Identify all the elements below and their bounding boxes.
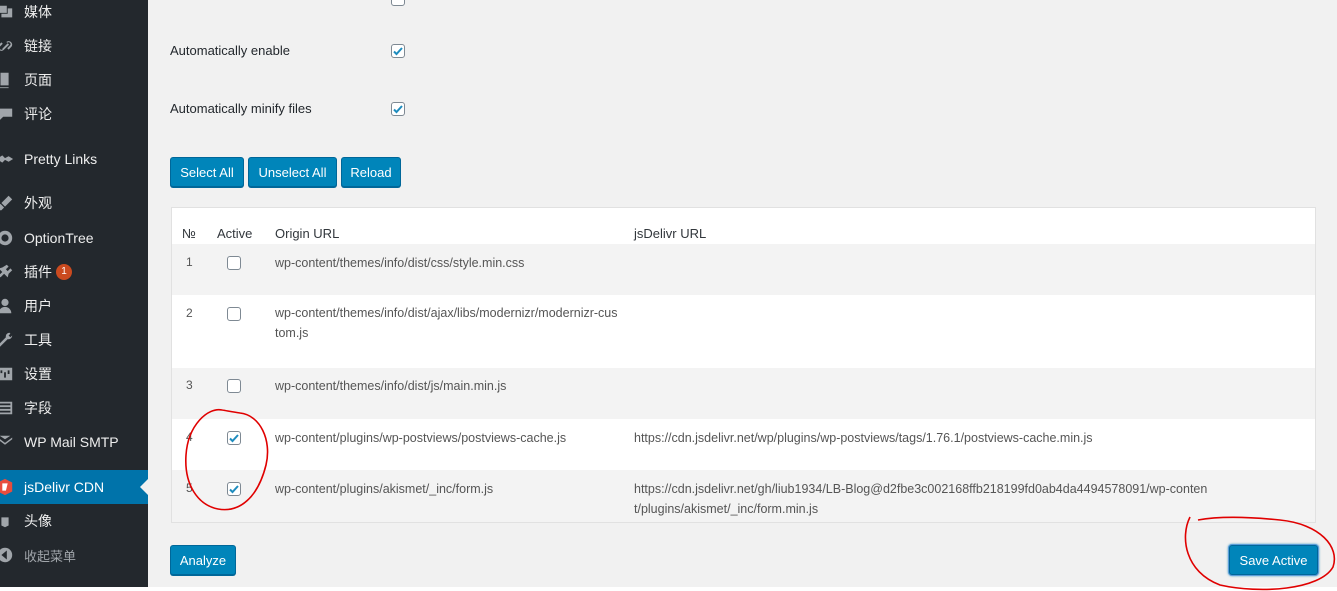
pretty-links-icon [0, 150, 14, 168]
table-row: 1 wp-content/themes/info/dist/css/style.… [172, 244, 1315, 295]
save-active-button[interactable]: Save Active [1229, 545, 1318, 575]
row-num: 2 [186, 306, 193, 320]
media-icon [0, 3, 14, 21]
sidebar-item-label: 评论 [24, 106, 52, 122]
row-num: 5 [186, 481, 193, 495]
sidebar-item-label: 页面 [24, 72, 52, 88]
sidebar-item-label: WP Mail SMTP [24, 434, 119, 450]
select-all-button[interactable]: Select All [170, 157, 244, 187]
checkmark-icon [393, 105, 403, 114]
hidden-option-checkbox[interactable] [391, 0, 405, 6]
tools-icon [0, 331, 14, 349]
appearance-icon [0, 194, 14, 212]
sidebar-item-label: 头像 [24, 513, 52, 529]
row-num: 1 [186, 255, 193, 269]
sidebar-item-jsdelivr-cdn[interactable]: jsDelivr CDN [0, 470, 148, 504]
sidebar-item-links[interactable]: 链接 [0, 29, 148, 63]
sidebar-item-optiontree[interactable]: OptionTree [0, 221, 148, 255]
sidebar-item-label: jsDelivr CDN [24, 479, 105, 495]
jsdelivr-url: https://cdn.jsdelivr.net/gh/liub1934/LB-… [634, 482, 1208, 516]
table-row: 2 wp-content/themes/info/dist/ajax/libs/… [172, 295, 1315, 368]
header-num: № [182, 226, 196, 241]
sidebar-item-label: 外观 [24, 195, 52, 211]
origin-url: wp-content/themes/info/dist/ajax/libs/mo… [275, 306, 618, 340]
sidebar-item-label: 设置 [24, 366, 52, 382]
sidebar-item-users[interactable]: 用户 [0, 289, 148, 323]
sidebar-item-label: Pretty Links [24, 151, 98, 167]
sidebar-item-plugins[interactable]: 插件 1 [0, 255, 148, 289]
sidebar-item-appearance[interactable]: 外观 [0, 186, 148, 220]
unselect-all-button[interactable]: Unselect All [248, 157, 337, 187]
checkmark-icon [229, 434, 239, 443]
sidebar-item-media[interactable]: 媒体 [0, 0, 148, 29]
files-table: № Active Origin URL jsDelivr URL 1 wp-co… [171, 207, 1316, 523]
optiontree-icon [0, 229, 14, 247]
header-active: Active [217, 226, 253, 241]
row-num: 4 [186, 430, 193, 444]
row-active-checkbox[interactable] [227, 307, 241, 321]
users-icon [0, 297, 14, 315]
auto-enable-label: Automatically enable [170, 43, 290, 58]
sidebar-item-tools[interactable]: 工具 [0, 323, 148, 357]
sidebar-item-fields[interactable]: 字段 [0, 391, 148, 425]
auto-minify-checkbox[interactable] [391, 102, 405, 116]
sidebar-item-wp-mail-smtp[interactable]: WP Mail SMTP [0, 425, 148, 459]
origin-url: wp-content/plugins/wp-postviews/postview… [275, 431, 567, 445]
sidebar-item-label: 链接 [24, 38, 52, 54]
sidebar-item-comments[interactable]: 评论 [0, 97, 148, 131]
row-active-checkbox[interactable] [227, 256, 241, 270]
reload-button[interactable]: Reload [341, 157, 401, 187]
checkmark-icon [393, 47, 403, 56]
row-active-checkbox[interactable] [227, 379, 241, 393]
auto-enable-checkbox[interactable] [391, 44, 405, 58]
sidebar-item-avatar[interactable]: 头像 [0, 504, 148, 538]
table-row: 3 wp-content/themes/info/dist/js/main.mi… [172, 368, 1315, 419]
origin-url: wp-content/themes/info/dist/css/style.mi… [275, 256, 525, 270]
comment-icon [0, 105, 14, 123]
fields-icon [0, 399, 14, 417]
row-active-checkbox[interactable] [227, 431, 241, 445]
plugins-icon [0, 263, 14, 281]
avatar-icon [0, 512, 14, 530]
jsdelivr-url: https://cdn.jsdelivr.net/wp/plugins/wp-p… [634, 431, 1093, 445]
origin-url: wp-content/themes/info/dist/js/main.min.… [275, 379, 507, 393]
jsdelivr-icon [0, 478, 14, 496]
table-row: 5 wp-content/plugins/akismet/_inc/form.j… [172, 470, 1315, 522]
row-num: 3 [186, 378, 193, 392]
auto-minify-label: Automatically minify files [170, 101, 312, 116]
page-icon [0, 71, 14, 89]
sidebar-item-pages[interactable]: 页面 [0, 63, 148, 97]
checkmark-icon [229, 485, 239, 494]
link-icon [0, 37, 14, 55]
footer-strip [0, 587, 1337, 591]
sidebar-item-label: OptionTree [24, 230, 94, 246]
plugins-update-badge: 1 [56, 264, 72, 280]
sidebar-item-label: 媒体 [24, 4, 52, 20]
admin-sidebar: 媒体 链接 页面 评论 Pretty Links 外观 OptionTree 插… [0, 0, 148, 587]
sidebar-item-label: 工具 [24, 332, 52, 348]
sidebar-item-label: 收起菜单 [24, 548, 77, 564]
sidebar-item-label: 字段 [24, 400, 52, 416]
settings-icon [0, 365, 14, 383]
origin-url: wp-content/plugins/akismet/_inc/form.js [275, 482, 494, 496]
sidebar-item-label: 用户 [24, 298, 52, 314]
mail-icon [0, 433, 14, 451]
row-active-checkbox[interactable] [227, 482, 241, 496]
sidebar-item-settings[interactable]: 设置 [0, 357, 148, 391]
collapse-icon [0, 546, 14, 564]
header-jsdelivr-url: jsDelivr URL [634, 226, 707, 241]
sidebar-item-label: 插件 [24, 264, 52, 280]
header-origin-url: Origin URL [275, 226, 340, 241]
analyze-button[interactable]: Analyze [170, 545, 236, 575]
sidebar-item-pretty-links[interactable]: Pretty Links [0, 142, 148, 176]
table-row: 4 wp-content/plugins/wp-postviews/postvi… [172, 419, 1315, 470]
collapse-menu-button[interactable]: 收起菜单 [0, 538, 148, 572]
